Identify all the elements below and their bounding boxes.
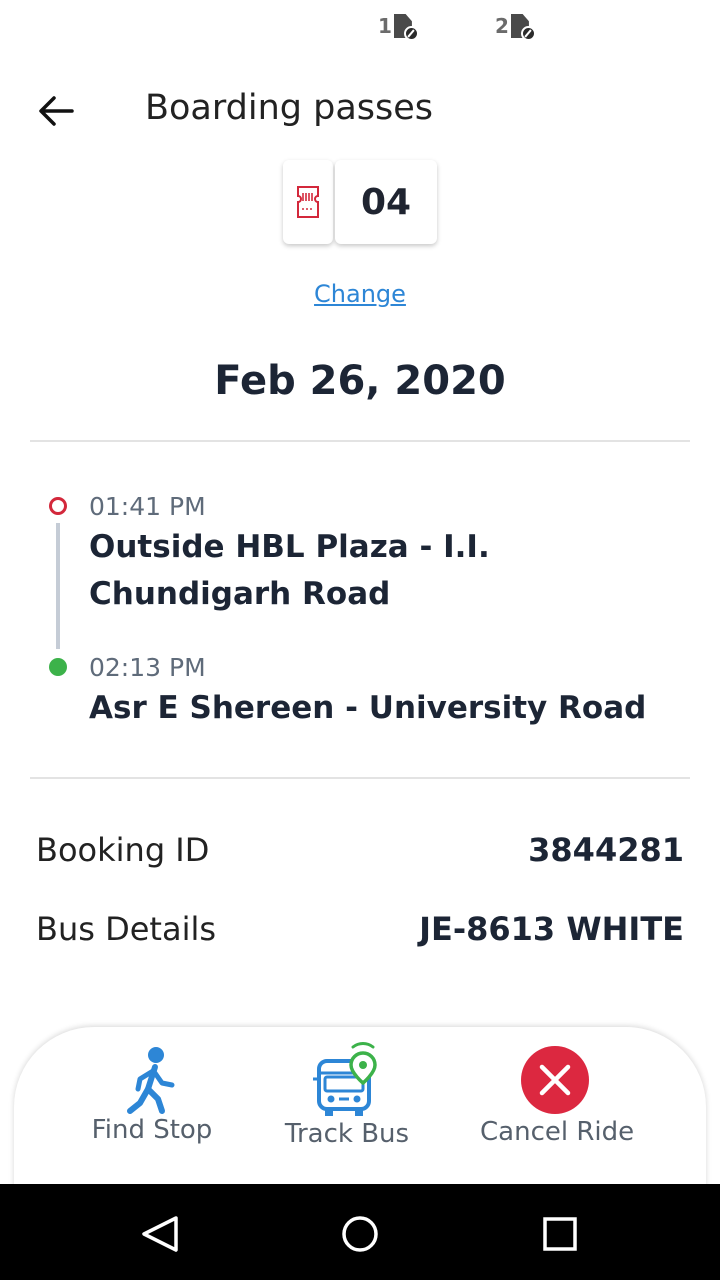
nav-home-button[interactable] bbox=[332, 1206, 388, 1262]
back-button[interactable] bbox=[30, 84, 82, 136]
divider bbox=[30, 777, 690, 779]
sim-2-label: 2 bbox=[495, 14, 509, 38]
arrow-left-icon bbox=[39, 96, 74, 126]
booking-id-value: 3844281 bbox=[528, 831, 684, 869]
route-timeline: 01:41 PM Outside HBL Plaza - I.I. Chundi… bbox=[0, 488, 720, 748]
nav-back-button[interactable] bbox=[132, 1206, 188, 1262]
cancel-ride-button[interactable]: Cancel Ride bbox=[480, 1045, 635, 1147]
app-header: Boarding passes bbox=[0, 78, 720, 138]
triangle-back-icon bbox=[142, 1216, 178, 1252]
nav-recents-button[interactable] bbox=[532, 1206, 588, 1262]
trip-date: Feb 26, 2020 bbox=[214, 358, 506, 404]
find-stop-label: Find Stop bbox=[91, 1115, 213, 1145]
circle-home-icon bbox=[342, 1216, 378, 1252]
sim-1-indicator: 1 bbox=[378, 12, 419, 41]
sim-1-label: 1 bbox=[378, 14, 392, 38]
sim-card-icon bbox=[510, 12, 536, 41]
bus-details-label: Bus Details bbox=[36, 910, 217, 948]
find-stop-button[interactable]: Find Stop bbox=[82, 1045, 222, 1145]
track-bus-button[interactable]: Track Bus bbox=[277, 1039, 417, 1149]
destination-time: 02:13 PM bbox=[89, 653, 206, 682]
origin-stop: Outside HBL Plaza - I.I. Chundigarh Road bbox=[89, 529, 490, 612]
bus-location-icon bbox=[313, 1042, 377, 1116]
track-bus-label: Track Bus bbox=[284, 1119, 410, 1149]
ticket-count: 04 bbox=[335, 160, 437, 244]
bus-details-row: Bus Details JE-8613 WHITE bbox=[36, 905, 684, 953]
action-panel: Find Stop Track Bus Cancel Ride bbox=[14, 1027, 706, 1197]
status-bar: 1 2 bbox=[0, 0, 720, 56]
divider bbox=[30, 440, 690, 442]
change-link[interactable]: Change bbox=[0, 280, 720, 308]
page-title: Boarding passes bbox=[145, 88, 434, 128]
ticket-icon-box bbox=[283, 160, 333, 244]
sim-card-icon bbox=[393, 12, 419, 41]
booking-id-label: Booking ID bbox=[36, 831, 210, 869]
booking-id-row: Booking ID 3844281 bbox=[36, 826, 684, 874]
sim-2-indicator: 2 bbox=[495, 12, 536, 41]
destination-marker-icon bbox=[49, 658, 67, 676]
bus-details-value: JE-8613 WHITE bbox=[419, 910, 684, 948]
origin-marker-icon bbox=[49, 497, 67, 515]
origin-time: 01:41 PM bbox=[89, 492, 206, 521]
route-connector bbox=[56, 523, 60, 649]
square-recents-icon bbox=[543, 1217, 577, 1251]
close-circle-icon bbox=[521, 1046, 589, 1114]
ticket-icon bbox=[297, 186, 319, 218]
cancel-ride-label: Cancel Ride bbox=[480, 1117, 635, 1147]
walking-person-icon bbox=[127, 1047, 175, 1114]
destination-stop: Asr E Shereen - University Road bbox=[89, 690, 647, 726]
system-nav-bar bbox=[0, 1184, 720, 1280]
ticket-count-selector[interactable]: 04 bbox=[283, 160, 437, 244]
